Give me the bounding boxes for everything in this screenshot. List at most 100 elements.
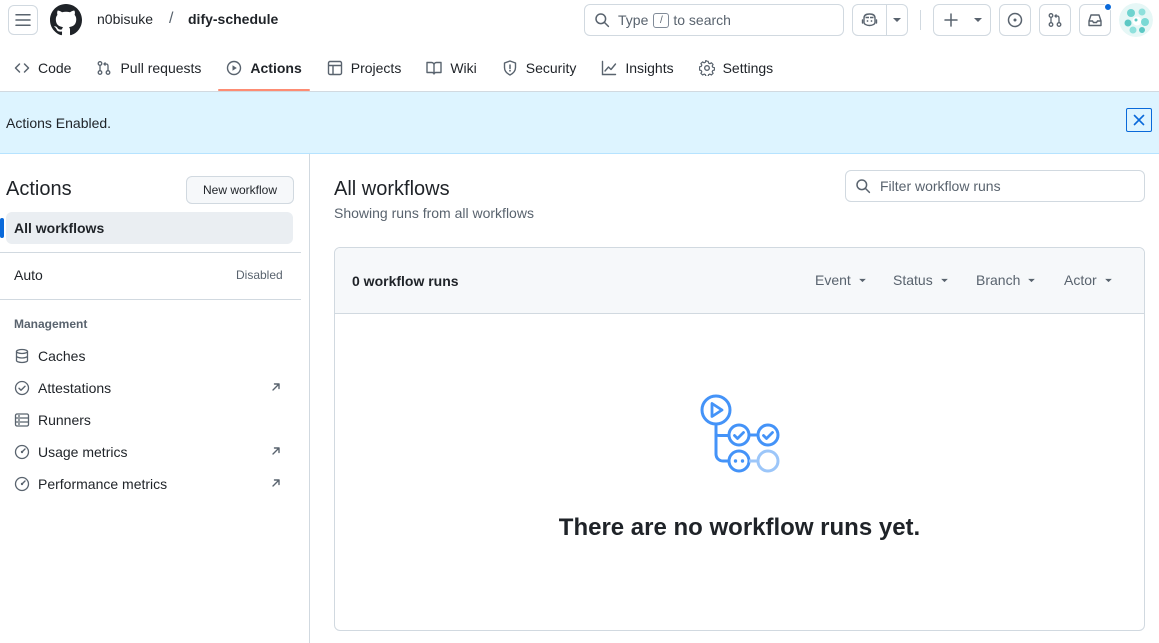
issues-button[interactable] — [999, 4, 1031, 36]
tab-projects[interactable]: Projects — [319, 48, 410, 88]
page-title: All workflows — [334, 178, 450, 200]
tab-label: Code — [38, 60, 72, 76]
copilot-icon — [861, 13, 878, 27]
sidebar-item-attestations[interactable]: Attestations — [14, 378, 288, 398]
tab-settings[interactable]: Settings — [691, 48, 782, 88]
workflow-status-label: Disabled — [236, 268, 283, 282]
sidebar-item-caches[interactable]: Caches — [14, 346, 288, 366]
dropdown-label: Branch — [976, 272, 1021, 288]
caret-down-icon — [940, 278, 948, 282]
github-logo-icon[interactable] — [50, 4, 82, 36]
hamburger-icon — [15, 14, 31, 26]
sidebar-item-label: Caches — [38, 348, 86, 364]
filter-placeholder: Filter workflow runs — [880, 178, 1001, 194]
sidebar-divider — [0, 299, 301, 300]
tab-label: Security — [525, 60, 577, 76]
plus-icon — [944, 13, 958, 27]
sidebar-item-usage-metrics[interactable]: Usage metrics — [14, 442, 288, 462]
active-item-indicator — [0, 218, 4, 238]
status-filter-dropdown[interactable]: Status — [893, 272, 949, 288]
gear-icon — [698, 60, 715, 76]
sidebar-item-label: Runners — [38, 412, 91, 428]
graph-icon — [602, 60, 617, 76]
sidebar-item-workflow-auto[interactable]: Auto — [14, 267, 43, 283]
search-suffix-text: to search — [673, 12, 731, 28]
inbox-icon — [1088, 14, 1102, 27]
sidebar-item-runners[interactable]: Runners — [14, 410, 288, 430]
copilot-button-group — [852, 4, 908, 36]
notification-dot — [1104, 3, 1112, 11]
tab-pull-requests[interactable]: Pull requests — [88, 48, 209, 88]
empty-state-message: There are no workflow runs yet. — [558, 514, 921, 541]
repo-nav-tabs: Code Pull requests Actions Projects Wiki… — [0, 48, 1159, 91]
workflow-runs-panel: 0 workflow runs Event Status Branch Acto… — [334, 247, 1145, 631]
tab-label: Wiki — [450, 60, 477, 76]
user-avatar[interactable] — [1119, 3, 1153, 37]
sidebar-item-all-workflows[interactable]: All workflows — [6, 212, 293, 244]
menu-button[interactable] — [8, 5, 38, 35]
dropdown-label: Status — [893, 272, 933, 288]
tab-label: Actions — [250, 60, 302, 76]
tab-label: Insights — [625, 60, 674, 76]
dropdown-label: Event — [815, 272, 851, 288]
flash-message: Actions Enabled. — [6, 115, 112, 131]
management-heading: Management — [14, 317, 88, 331]
database-icon — [15, 348, 29, 364]
pull-requests-button[interactable] — [1039, 4, 1071, 36]
git-pull-request-icon — [98, 61, 111, 75]
actor-filter-dropdown[interactable]: Actor — [1064, 272, 1113, 288]
check-circle-icon — [14, 380, 30, 396]
search-icon — [595, 13, 610, 28]
copilot-dropdown-button[interactable] — [887, 5, 907, 35]
caret-down-icon — [974, 18, 982, 22]
workflow-runs-count: 0 workflow runs — [352, 273, 459, 289]
sidebar-title: Actions — [6, 178, 72, 200]
filter-workflow-runs-input[interactable]: Filter workflow runs — [845, 170, 1145, 202]
tab-label: Pull requests — [120, 60, 202, 76]
repo-name-link[interactable]: dify-schedule — [188, 11, 278, 27]
search-icon — [856, 179, 871, 194]
table-icon — [327, 60, 342, 76]
event-filter-dropdown[interactable]: Event — [815, 272, 867, 288]
workflow-graph-icon — [700, 394, 780, 473]
caret-down-icon — [893, 18, 901, 22]
caret-down-icon — [858, 278, 866, 282]
book-icon — [426, 61, 443, 75]
tab-wiki[interactable]: Wiki — [418, 48, 484, 88]
sidebar-item-label: Attestations — [38, 380, 112, 396]
flash-close-button[interactable] — [1126, 108, 1152, 132]
global-search-input[interactable]: Type / to search — [584, 4, 844, 36]
path-separator: / — [169, 10, 174, 27]
app-header: n0bisuke / dify-schedule Type / to searc… — [0, 0, 1159, 40]
server-icon — [14, 413, 30, 427]
sidebar-item-label: Performance metrics — [38, 476, 168, 492]
sidebar-item-label: Usage metrics — [38, 444, 128, 460]
actions-sidebar: Actions New workflow All workflows Auto … — [0, 154, 310, 643]
search-shortcut-key: / — [653, 12, 670, 28]
code-icon — [14, 63, 30, 73]
workflow-runs-header: 0 workflow runs Event Status Branch Acto… — [335, 248, 1144, 314]
repo-owner-link[interactable]: n0bisuke — [97, 11, 153, 27]
git-pull-request-icon — [1048, 13, 1062, 27]
tab-label: Settings — [722, 60, 774, 76]
close-icon — [1133, 114, 1145, 126]
meter-icon — [14, 476, 30, 492]
branch-filter-dropdown[interactable]: Branch — [976, 272, 1036, 288]
create-new-button[interactable] — [933, 4, 991, 36]
sidebar-divider — [0, 252, 301, 253]
caret-down-icon — [1104, 278, 1112, 282]
header-divider — [920, 10, 921, 30]
external-link-arrow-icon — [272, 479, 280, 487]
new-workflow-button[interactable]: New workflow — [186, 176, 294, 204]
tab-actions[interactable]: Actions — [218, 48, 311, 91]
tab-code[interactable]: Code — [6, 48, 79, 88]
sidebar-item-performance-metrics[interactable]: Performance metrics — [14, 474, 288, 494]
tab-insights[interactable]: Insights — [593, 48, 681, 88]
tab-security[interactable]: Security — [494, 48, 585, 88]
issue-opened-icon — [1007, 12, 1023, 28]
external-link-arrow-icon — [272, 447, 280, 455]
meter-icon — [14, 444, 30, 460]
page-subtitle: Showing runs from all workflows — [334, 205, 534, 221]
copilot-button[interactable] — [853, 5, 887, 35]
tab-label: Projects — [350, 60, 402, 76]
